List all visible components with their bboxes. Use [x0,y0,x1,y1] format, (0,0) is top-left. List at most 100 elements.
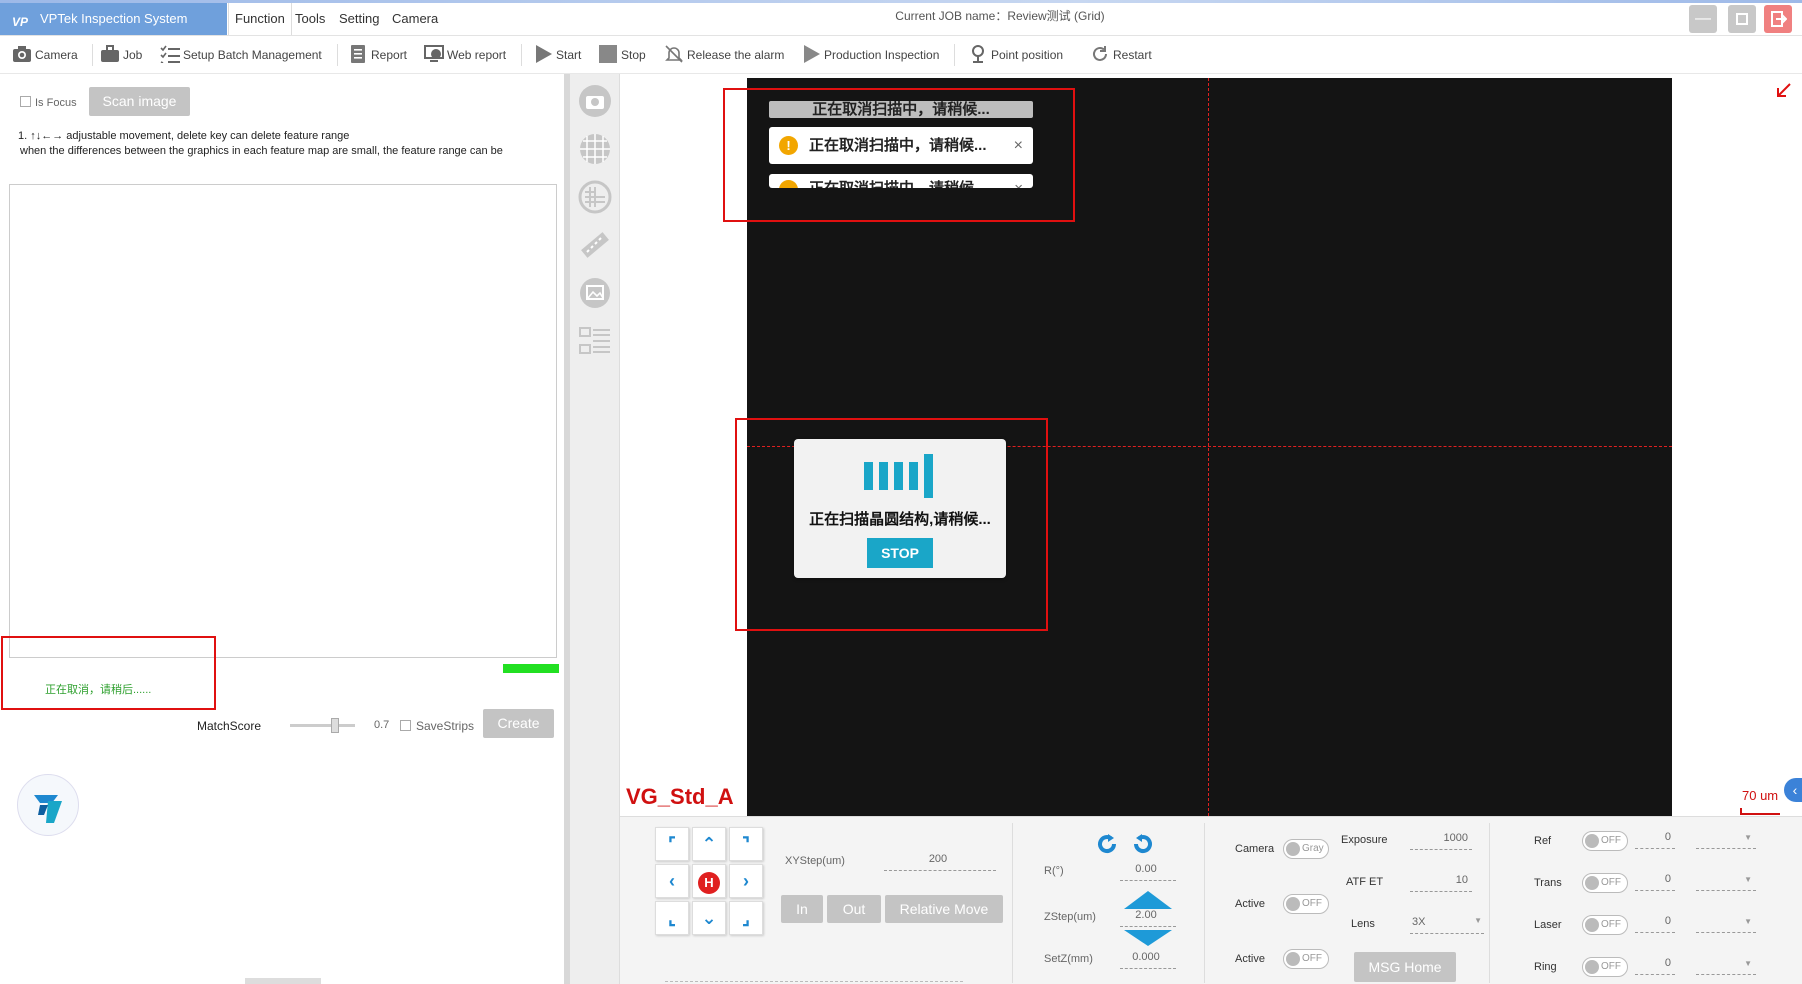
hint-line-2: when the differences between the graphic… [20,145,503,157]
collapse-arrow-icon[interactable] [1772,80,1794,102]
scroll-handle[interactable] [245,978,321,984]
point-position-button[interactable]: Point position [968,44,1063,66]
ref-light-label: Ref [1534,835,1552,847]
move-up-button[interactable]: ⌃ [692,827,726,861]
menu-camera[interactable]: Camera [386,3,444,35]
laser-toggle[interactable]: OFF [1582,915,1628,935]
trans-light-toggle[interactable]: OFF [1582,873,1628,893]
status-highlight-box [1,636,216,710]
lens-select[interactable]: 3X ▼ [1410,916,1484,934]
start-button[interactable]: Start [533,44,581,66]
z-down-arrow-icon[interactable] [1124,930,1172,946]
report-button[interactable]: Report [348,44,407,66]
ref-light-toggle[interactable]: OFF [1582,831,1628,851]
setup-batch-button[interactable]: Setup Batch Management [160,44,322,66]
ring-light-toggle[interactable]: OFF [1582,957,1628,977]
rotate-ccw-icon[interactable] [1094,831,1120,857]
close-icon[interactable]: × [1014,127,1023,164]
menu-tools[interactable]: Tools [289,3,331,35]
z-up-arrow-icon[interactable] [1124,891,1172,911]
toolbar-divider [92,44,93,66]
ref-light-select[interactable]: ▼ [1696,831,1756,849]
ring-light-value[interactable]: 0 [1635,957,1675,975]
toast-message-partial-text: 正在取消扫描中，请稍候... [809,180,987,188]
setz-input[interactable]: 0.000 [1120,951,1176,969]
home-button[interactable]: H [692,864,726,898]
dialog-stop-button[interactable]: STOP [867,538,933,568]
exposure-input[interactable]: 1000 [1410,832,1472,850]
rotation-input[interactable]: 0.00 [1120,863,1176,881]
move-down-left-button[interactable]: ⌞ [655,901,689,935]
setz-label: SetZ(mm) [1044,953,1093,965]
match-score-value: 0.7 [374,719,390,731]
active-label-2: Active [1235,953,1265,965]
expand-panel-button[interactable]: ‹ [1784,778,1802,802]
restart-button[interactable]: Restart [1090,44,1152,66]
release-alarm-label: Release the alarm [687,48,785,62]
report-label: Report [371,48,408,62]
menu-function[interactable]: Function [228,3,292,35]
active-toggle-1[interactable]: OFF [1283,894,1329,914]
relative-move-button[interactable]: Relative Move [885,895,1003,923]
exit-button[interactable] [1764,5,1792,33]
toast-message: ! 正在取消扫描中，请稍候... × [769,127,1033,164]
scale-label: 70 um [1742,788,1779,803]
laser-value[interactable]: 0 [1635,915,1675,933]
zoom-out-button[interactable]: Out [827,895,881,923]
toolbar-divider [337,44,338,66]
restart-label: Restart [1113,48,1152,62]
laser-select[interactable]: ▼ [1696,915,1756,933]
camera-icon[interactable] [578,84,612,118]
move-down-right-button[interactable]: ⌟ [729,901,763,935]
image-gallery-icon[interactable] [578,276,612,310]
slider-thumb[interactable] [331,718,339,733]
move-down-button[interactable]: ⌄ [692,901,726,935]
trans-light-value[interactable]: 0 [1635,873,1675,891]
msg-home-button[interactable]: MSG Home [1354,952,1456,982]
bell-off-icon [665,45,683,63]
stop-button[interactable]: Stop [598,44,646,66]
brand-logo-icon [34,795,62,823]
job-button[interactable]: Job [100,44,142,66]
task-list-icon[interactable] [578,324,612,358]
feature-setup-panel: Is Focus Scan image 1. ↑↓←→ adjustable m… [0,74,564,984]
ring-light-select[interactable]: ▼ [1696,957,1756,975]
warning-icon [779,180,798,188]
is-focus-checkbox[interactable]: Is Focus [20,96,77,109]
briefcase-icon [101,45,119,62]
create-button[interactable]: Create [483,709,554,738]
move-up-right-button[interactable]: ⌝ [729,827,763,861]
atf-et-input[interactable]: 10 [1410,874,1472,892]
menu-setting[interactable]: Setting [333,3,385,35]
maximize-button[interactable] [1728,5,1756,33]
minimize-button[interactable]: — [1689,5,1717,33]
trans-light-select[interactable]: ▼ [1696,873,1756,891]
stop-icon [599,45,617,63]
camera-mode-toggle[interactable]: Gray [1283,839,1329,859]
ref-light-value[interactable]: 0 [1635,831,1675,849]
zoom-in-button[interactable]: In [781,895,823,923]
feature-map-canvas[interactable] [9,184,557,658]
move-left-button[interactable]: ‹ [655,864,689,898]
camera-tool-button[interactable]: Camera [12,44,78,66]
production-inspection-button[interactable]: Production Inspection [801,44,939,66]
save-strips-checkbox[interactable]: SaveStrips [400,719,474,733]
close-icon[interactable]: × [1014,174,1023,188]
play-icon [536,45,552,63]
web-report-button[interactable]: Web report [424,44,506,66]
refresh-icon [1093,46,1107,61]
grid-sphere-icon[interactable] [578,132,612,166]
release-alarm-button[interactable]: Release the alarm [664,44,784,66]
xystep-input[interactable]: 200 [884,853,996,871]
zstep-input[interactable]: 2.00 [1120,909,1176,927]
toast-message-partial: 正在取消扫描中，请稍候... × [769,174,1033,188]
scan-image-button[interactable]: Scan image [89,87,190,116]
move-right-button[interactable]: › [729,864,763,898]
move-up-left-button[interactable]: ⌜ [655,827,689,861]
rotate-cw-icon[interactable] [1130,831,1156,857]
active-toggle-2[interactable]: OFF [1283,949,1329,969]
assistant-logo[interactable] [17,774,79,836]
match-score-slider[interactable] [290,718,355,733]
ruler-icon[interactable] [578,228,612,262]
wafer-scan-icon[interactable] [578,180,612,214]
